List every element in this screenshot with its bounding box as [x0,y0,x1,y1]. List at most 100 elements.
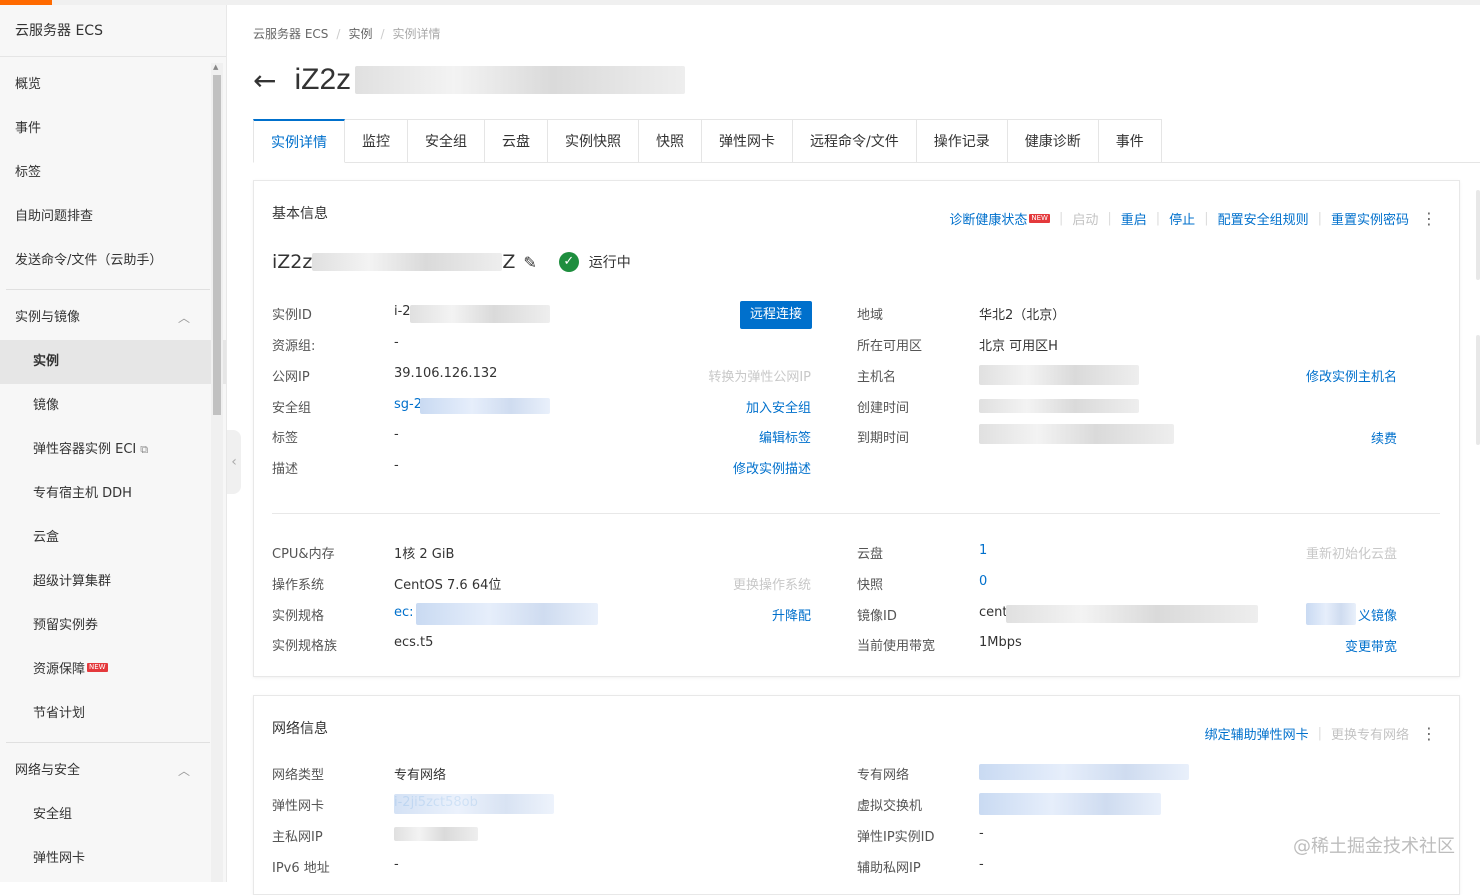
join-security-group-link[interactable]: 加入安全组 [746,397,811,416]
more-vertical-icon[interactable]: ⋮ [1421,209,1437,228]
reinit-disk-link[interactable]: 重新初始化云盘 [1306,543,1397,562]
scroll-up-icon[interactable]: ▲ [213,63,218,71]
sidebar-item-ddh[interactable]: 专有宿主机 DDH [0,472,226,516]
sidebar-item-eni[interactable]: 弹性网卡 [0,837,226,881]
sidebar-scrollbar[interactable]: ▲ [211,63,223,882]
back-arrow-icon[interactable]: ← [253,64,276,97]
restart-button[interactable]: 重启 [1121,209,1147,228]
sidebar-item-reserved[interactable]: 预留实例券 [0,604,226,648]
tab-eni[interactable]: 弹性网卡 [702,119,793,163]
sidebar-item-savings-plan[interactable]: 节省计划 [0,692,226,736]
sidebar: 云服务器 ECS 概览 事件 标签 自助问题排查 发送命令/文件（云助手） 实例… [0,5,227,882]
basic-info-title: 基本信息 [272,206,328,222]
region-label: 地域 [857,308,884,323]
tab-instance-details[interactable]: 实例详情 [253,119,345,163]
sidebar-item-scc[interactable]: 超级计算集群 [0,560,226,604]
page-title: iZ2z [294,63,352,96]
expires-label: 到期时间 [857,431,910,446]
scrollbar-thumb[interactable] [213,75,221,415]
tab-snapshots[interactable]: 快照 [639,119,702,163]
change-os-link[interactable]: 更换操作系统 [733,574,811,593]
breadcrumb-ecs[interactable]: 云服务器 ECS [253,27,328,41]
new-badge: NEW [1029,214,1050,223]
sidebar-group-instances-images[interactable]: 实例与镜像 ︿ [0,296,226,340]
ipv6-label: IPv6 地址 [272,861,330,876]
diagnose-health-link[interactable]: 诊断健康状态 [949,209,1027,228]
tab-security-groups[interactable]: 安全组 [408,119,485,163]
check-circle-icon: ✓ [558,252,579,272]
config-sg-rule-link[interactable]: 配置安全组规则 [1218,209,1309,228]
hostname-label: 主机名 [857,370,897,385]
network-info-actions: 绑定辅助弹性网卡 | 更换专有网络 ⋮ [1204,724,1437,743]
sidebar-item-resource-guarantee[interactable]: 资源保障 NEW [0,648,226,692]
os-value: CentOS 7.6 64位 [394,578,502,593]
instance-family-value: ecs.t5 [394,635,434,650]
reset-password-link[interactable]: 重置实例密码 [1331,209,1409,228]
edit-tags-link[interactable]: 编辑标签 [759,427,811,446]
breadcrumb: 云服务器 ECS / 实例 / 实例详情 [253,27,441,41]
eni-label: 弹性网卡 [272,799,325,814]
page-header: ← iZ2z [253,60,686,100]
secondary-ip-label: 辅助私网IP [857,861,921,876]
sidebar-group-network-security[interactable]: 网络与安全 ︿ [0,749,226,793]
sidebar-item-events[interactable]: 事件 [0,107,226,151]
tab-events[interactable]: 事件 [1098,119,1162,163]
tab-remote-command[interactable]: 远程命令/文件 [793,119,917,163]
tab-operation-log[interactable]: 操作记录 [916,119,1008,163]
sidebar-item-cloudbox[interactable]: 云盒 [0,516,226,560]
sidebar-item-troubleshoot[interactable]: 自助问题排查 [0,195,226,239]
network-type-label: 网络类型 [272,768,325,783]
more-vertical-icon[interactable]: ⋮ [1421,724,1437,743]
ipv6-value: - [394,857,399,872]
sidebar-item-tags[interactable]: 标签 [0,151,226,195]
redacted-value [979,424,1174,444]
redacted-value [979,793,1161,815]
basic-info-card: 基本信息 诊断健康状态 NEW | 启动 | 重启 | 停止 | 配置安全组规则 | 重置实… [253,180,1460,677]
os-label: 操作系统 [272,578,325,593]
stop-button[interactable]: 停止 [1169,209,1195,228]
sidebar-item-overview[interactable]: 概览 [0,63,226,107]
sidebar-group-label: 实例与镜像 [15,310,81,325]
vswitch-label: 虚拟交换机 [857,799,923,814]
snapshot-value[interactable]: 0 [979,574,987,589]
edit-description-link[interactable]: 修改实例描述 [733,458,811,477]
tab-disks[interactable]: 云盘 [485,119,548,163]
breadcrumb-instances[interactable]: 实例 [348,27,372,41]
security-group-value[interactable]: sg-2 [394,397,422,412]
change-bandwidth-link[interactable]: 变更带宽 [1345,636,1397,655]
zone-value: 北京 可用区H [979,339,1058,354]
change-vpc-link[interactable]: 更换专有网络 [1331,724,1409,743]
convert-eip-link[interactable]: 转换为弹性公网IP [708,366,811,385]
edit-hostname-link[interactable]: 修改实例主机名 [1306,366,1397,385]
sidebar-title: 云服务器 ECS [0,5,226,57]
tab-health-diagnosis[interactable]: 健康诊断 [1007,119,1099,163]
sidebar-item-security-groups[interactable]: 安全组 [0,793,226,837]
cpu-memory-label: CPU&内存 [272,547,335,562]
change-spec-link[interactable]: 升降配 [772,605,811,624]
disk-label: 云盘 [857,547,884,562]
tags-label: 标签 [272,431,299,446]
edit-pencil-icon[interactable]: ✎ [523,253,536,272]
tab-instance-snapshots[interactable]: 实例快照 [548,119,639,163]
tab-monitoring[interactable]: 监控 [345,119,408,163]
bind-eni-link[interactable]: 绑定辅助弹性网卡 [1205,724,1309,743]
start-button[interactable]: 启动 [1072,209,1098,228]
remote-connect-button[interactable]: 远程连接 [740,301,813,329]
disk-value[interactable]: 1 [979,543,987,558]
chevron-up-icon: ︿ [177,764,190,778]
image-id-label: 镜像ID [857,609,897,624]
zone-label: 所在可用区 [857,339,923,354]
sidebar-item-instances[interactable]: 实例 [0,340,226,384]
instance-type-value[interactable]: ec: [394,605,414,620]
renew-link[interactable]: 续费 [1371,428,1397,447]
sidebar-item-eci[interactable]: 弹性容器实例 ECI ⧉ [0,428,226,472]
redacted-value [394,827,478,841]
sidebar-item-images[interactable]: 镜像 [0,384,226,428]
redacted-instance-name [312,253,503,271]
resource-group-value: - [394,335,399,350]
main-content: 云服务器 ECS / 实例 / 实例详情 ← iZ2z 实例详情 监控 安全组 云盘 实… [228,5,1480,895]
custom-image-link[interactable]: 义镜像 [1358,605,1397,624]
sidebar-item-send-command[interactable]: 发送命令/文件（云助手） [0,239,226,283]
chevron-up-icon: ︿ [177,311,190,325]
breadcrumb-current: 实例详情 [392,27,441,41]
